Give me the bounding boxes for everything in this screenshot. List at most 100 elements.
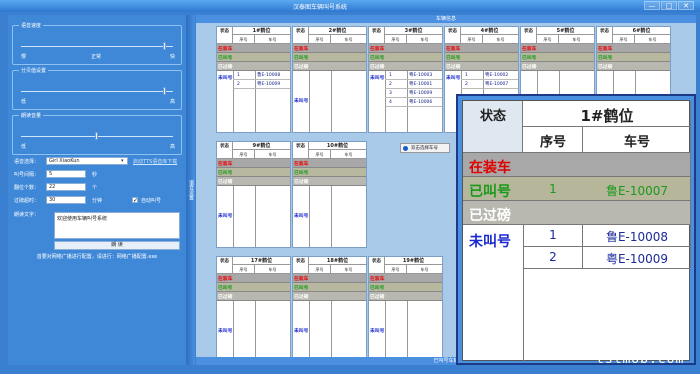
called-row: 已叫号	[217, 283, 290, 292]
read-button[interactable]: 朗 读	[54, 241, 180, 250]
voice-settings-tab[interactable]: 语音设置	[186, 15, 195, 365]
weighed-row: 已过磅	[217, 292, 290, 301]
weighed-label: 已过磅	[370, 65, 385, 70]
speed-slider-thumb[interactable]	[163, 42, 167, 50]
list-item[interactable]: 2 粤E-10001	[385, 80, 442, 89]
list-item[interactable]: 1 粤E-10002	[461, 71, 518, 80]
seq-value: 2	[465, 82, 468, 87]
loading-row: 在装车	[597, 44, 670, 53]
car-value: 粤E-10002	[485, 73, 509, 78]
called-label: 已叫号	[218, 171, 233, 176]
state-header: 状态	[293, 27, 309, 44]
waiting-label: 未叫号	[446, 76, 461, 81]
seq-header: 序号	[537, 35, 559, 44]
bay-table: 状态 1#鹤位 序号 车号 在装车 已叫号 已过磅 未叫号 1 鲁E-10008 2 粤E-10009	[216, 26, 291, 133]
read-text-area[interactable]: 欢迎使用车辆叫号系统	[54, 212, 180, 239]
close-button[interactable]: ✕	[678, 1, 694, 10]
speed-mid: 正常	[91, 54, 102, 60]
car-header: 车号	[331, 35, 366, 44]
chevron-down-icon[interactable]: ▾	[121, 158, 124, 164]
zoom-waiting-car-1[interactable]: 鲁E-10008	[583, 228, 691, 245]
car-value: 鲁E-10008	[257, 73, 281, 78]
bay-name: 6#鹤位	[613, 27, 670, 35]
seq-value: 2	[237, 82, 240, 87]
settings-panel: 语音速度 慢 正常 快 分贝值设置 低 高 朗读音量 低 高 语音选择： Gir…	[8, 15, 186, 365]
called-row: 已叫号	[445, 53, 518, 62]
called-label: 已叫号	[218, 56, 233, 61]
car-header: 车号	[407, 265, 442, 274]
zoom-called-car[interactable]: 鲁E-10007	[583, 182, 691, 199]
volume-slider-thumb[interactable]	[95, 132, 98, 140]
read-text-label: 朗读文字：	[14, 212, 40, 218]
zoom-state-header: 状态	[479, 109, 506, 124]
loading-label: 在装车	[522, 47, 537, 52]
waiting-label: 未叫号	[218, 76, 233, 81]
called-label: 已叫号	[370, 56, 385, 61]
zoom-weighed-label: 已过磅	[469, 208, 511, 224]
maximize-button[interactable]: □	[661, 1, 677, 10]
called-label: 已叫号	[294, 286, 309, 291]
overtime-label: 过磅超时：	[14, 198, 40, 204]
zoom-waiting-seq-2: 2	[549, 250, 557, 264]
loading-label: 在装车	[294, 277, 309, 282]
waiting-label: 未叫号	[294, 99, 309, 104]
weighed-label: 已过磅	[522, 65, 537, 70]
weighed-label: 已过磅	[218, 180, 233, 185]
minimize-button[interactable]: —	[644, 1, 660, 10]
weighed-row: 已过磅	[445, 62, 518, 71]
zoom-called-seq: 1	[549, 182, 557, 196]
decibel-slider[interactable]	[21, 87, 173, 95]
called-label: 已叫号	[446, 56, 461, 61]
weighed-label: 已过磅	[218, 295, 233, 300]
tts-download-link[interactable]: 启动TTS语音库下载	[133, 158, 177, 165]
list-item[interactable]: 1 鲁E-10008	[233, 71, 290, 80]
weighed-label: 已过磅	[598, 65, 613, 70]
speed-slider[interactable]	[21, 42, 173, 50]
waiting-label: 未叫号	[218, 329, 233, 334]
call-interval-input[interactable]: 5	[46, 170, 86, 178]
repeat-input[interactable]: 22	[46, 183, 86, 191]
voice-row: 语音选择： Girl XiaoKun ▾ 启动TTS语音库下载	[8, 157, 186, 167]
window-title: 汉泰图车辆叫号系统	[292, 4, 347, 11]
zoom-divider	[523, 225, 524, 362]
called-label: 已叫号	[294, 171, 309, 176]
call-interval-label: 叫号间隔：	[14, 172, 40, 178]
seq-value: 1	[465, 73, 468, 78]
call-interval-row: 叫号间隔： 5 秒	[8, 170, 186, 180]
list-item[interactable]: 2 粤E-10007	[461, 80, 518, 89]
zoom-waiting-car-2[interactable]: 粤E-10009	[583, 250, 691, 267]
car-header: 车号	[255, 150, 290, 159]
bay-table: 状态 18#鹤位 序号 车号 在装车 已叫号 已过磅 未叫号	[292, 256, 367, 363]
weighed-label: 已过磅	[218, 65, 233, 70]
car-value: 粤E-10001	[409, 82, 433, 87]
decibel-group: 分贝值设置 低 高	[12, 67, 182, 110]
board-header: 车辆信息	[196, 15, 696, 23]
weighed-row: 已过磅	[369, 62, 442, 71]
state-header: 状态	[217, 27, 233, 44]
seq-header: 序号	[233, 265, 255, 274]
zoom-waiting-label: 未叫号	[469, 234, 511, 250]
auto-call-checkbox[interactable]: ✓	[132, 197, 138, 204]
list-item[interactable]: 4 粤E-10006	[385, 98, 442, 107]
seq-header: 序号	[613, 35, 635, 44]
weighed-label: 已过磅	[294, 180, 309, 185]
speed-min: 慢	[21, 54, 27, 60]
bay-name: 3#鹤位	[385, 27, 442, 35]
list-item[interactable]: 3 粤E-10009	[385, 89, 442, 98]
zoom-loading-label: 在装车	[469, 160, 511, 176]
list-item[interactable]: 2 粤E-10009	[233, 80, 290, 89]
seq-value: 1	[237, 73, 240, 78]
overtime-input[interactable]: 30	[46, 196, 86, 204]
called-row: 已叫号	[369, 53, 442, 62]
called-label: 已叫号	[598, 56, 613, 61]
waiting-label: 未叫号	[294, 329, 309, 334]
loading-label: 在装车	[218, 162, 233, 167]
list-item[interactable]: 1 粤E-10003	[385, 71, 442, 80]
car-value: 粤E-10006	[409, 100, 433, 105]
auto-call-label: 自动叫号	[141, 198, 162, 204]
column-divider	[309, 301, 310, 362]
repeat-unit: 个	[92, 185, 98, 191]
decibel-slider-thumb[interactable]	[163, 87, 167, 95]
voice-select[interactable]: Girl XiaoKun	[46, 157, 128, 165]
volume-slider[interactable]	[21, 132, 173, 140]
